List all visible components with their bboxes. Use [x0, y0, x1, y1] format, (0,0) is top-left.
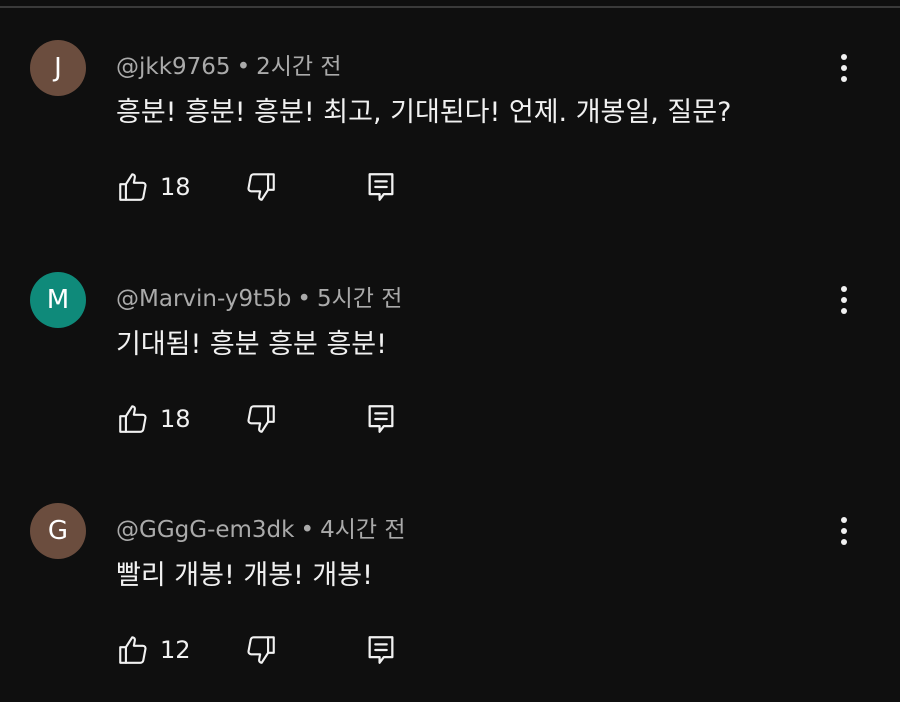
reply-button[interactable]: [364, 630, 398, 670]
more-options-button[interactable]: [830, 282, 858, 318]
thumbs-down-icon: [244, 170, 278, 204]
comment-time[interactable]: 5시간 전: [317, 286, 402, 312]
thumbs-up-icon: [116, 402, 150, 436]
comment-text: 흥분! 흥분! 흥분! 최고, 기대된다! 언제. 개봉일, 질문?: [116, 97, 732, 128]
reply-button[interactable]: [364, 167, 398, 207]
avatar-letter: G: [47, 516, 69, 546]
reply-icon: [364, 170, 398, 204]
comment-author[interactable]: @Marvin-y9t5b: [116, 286, 291, 312]
reply-icon: [364, 402, 398, 436]
like-count: 18: [160, 173, 191, 201]
avatar[interactable]: G: [30, 503, 86, 559]
comment-text: 기대됨! 흥분 흥분 흥분!: [116, 329, 387, 360]
more-options-button[interactable]: [830, 513, 858, 549]
dislike-button[interactable]: [244, 399, 278, 439]
meta-separator: •: [297, 286, 311, 312]
comment-time[interactable]: 4시간 전: [320, 517, 405, 543]
avatar[interactable]: J: [30, 40, 86, 96]
comment-text: 빨리 개봉! 개봉! 개봉!: [116, 560, 373, 591]
like-button[interactable]: 18: [116, 167, 191, 207]
dislike-button[interactable]: [244, 630, 278, 670]
meta-separator: •: [236, 54, 251, 80]
comment-item: J @jkk9765 • 2시간 전 흥분! 흥분! 흥분! 최고, 기대된다! 언…: [0, 0, 900, 232]
like-count: 12: [160, 636, 191, 664]
avatar-letter: J: [54, 53, 62, 83]
comment-time[interactable]: 2시간 전: [256, 54, 341, 80]
meta-separator: •: [300, 517, 315, 543]
avatar[interactable]: M: [30, 272, 86, 328]
reply-icon: [364, 633, 398, 667]
dislike-button[interactable]: [244, 167, 278, 207]
reply-button[interactable]: [364, 399, 398, 439]
comment-meta: @jkk9765 • 2시간 전: [116, 47, 342, 81]
like-button[interactable]: 18: [116, 399, 191, 439]
thumbs-up-icon: [116, 633, 150, 667]
comment-author[interactable]: @jkk9765: [116, 54, 231, 80]
thumbs-down-icon: [244, 633, 278, 667]
avatar-letter: M: [46, 285, 70, 315]
more-options-button[interactable]: [830, 50, 858, 86]
comment-item: G @GGgG-em3dk • 4시간 전 빨리 개봉! 개봉! 개봉! 12: [0, 463, 900, 695]
more-vertical-icon: [840, 53, 848, 83]
like-button[interactable]: 12: [116, 630, 191, 670]
comment-meta: @Marvin-y9t5b • 5시간 전: [116, 279, 402, 313]
like-count: 18: [160, 405, 191, 433]
comment-item: M @Marvin-y9t5b • 5시간 전 기대됨! 흥분 흥분 흥분! 18: [0, 232, 900, 464]
thumbs-down-icon: [244, 402, 278, 436]
comment-meta: @GGgG-em3dk • 4시간 전: [116, 510, 406, 544]
more-vertical-icon: [840, 516, 848, 546]
thumbs-up-icon: [116, 170, 150, 204]
comment-author[interactable]: @GGgG-em3dk: [116, 517, 294, 543]
more-vertical-icon: [840, 285, 848, 315]
